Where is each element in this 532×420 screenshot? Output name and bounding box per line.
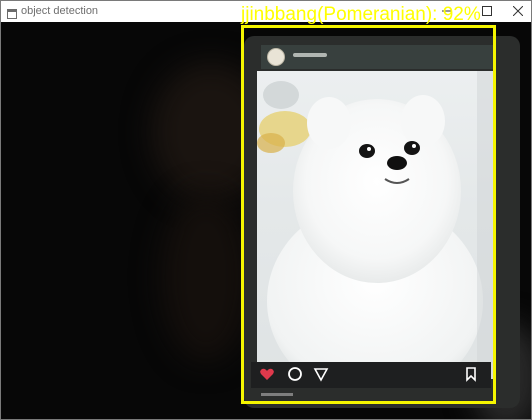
app-window-icon — [7, 6, 17, 19]
close-button[interactable] — [503, 1, 531, 21]
detection-label: jjinbbang(Pomeranian): 92% — [241, 4, 481, 25]
maximize-icon — [482, 6, 492, 16]
window-title: object detection — [21, 5, 99, 17]
close-icon — [513, 6, 523, 16]
detection-bounding-box — [241, 25, 496, 404]
app-window: object detection jjinbbang(Pomeranian): … — [0, 0, 532, 420]
hand-shadow — [161, 192, 251, 362]
